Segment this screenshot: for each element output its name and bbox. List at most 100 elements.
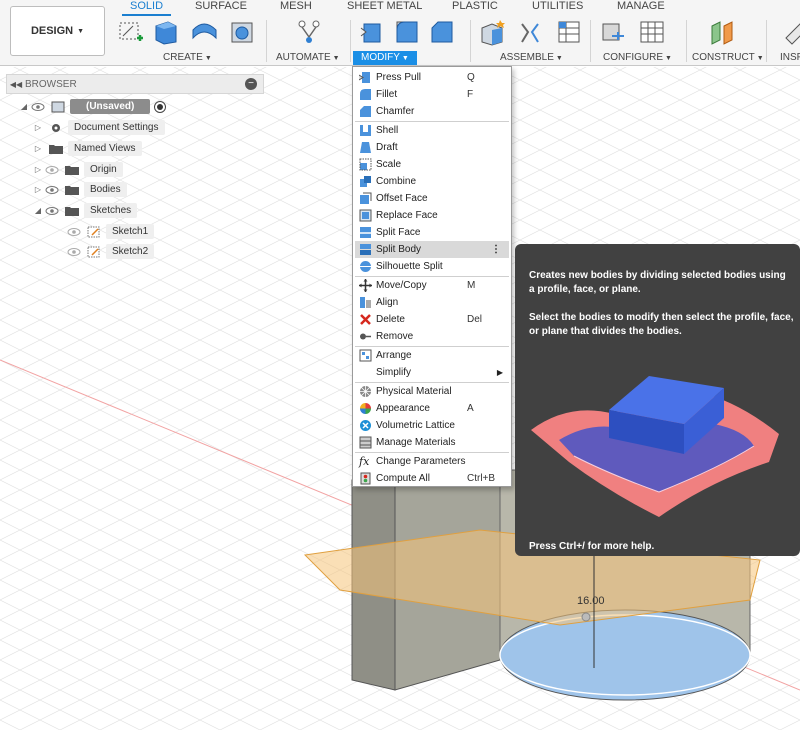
tooltip-help-hint: Press Ctrl+/ for more help. [529,541,655,552]
menu-item-remove[interactable]: Remove [355,328,509,345]
collapsed-triangle-icon[interactable]: ▷ [32,123,44,132]
tab-manage[interactable]: MANAGE [617,0,665,12]
collapsed-triangle-icon[interactable]: ▷ [32,185,44,194]
more-options-icon[interactable]: ⋮ [491,244,501,255]
toolbar: DESIGN ▼ SOLID SURFACE MESH SHEET METAL … [0,0,800,66]
inspect-menu-button[interactable]: INSP [780,52,800,63]
browser-item-sketch2[interactable]: Sketch2 [66,242,155,261]
menu-item-scale[interactable]: Scale [355,156,509,173]
tab-surface[interactable]: SURFACE [195,0,247,12]
sketch-icon [87,226,100,237]
press-pull-icon [359,72,370,83]
align-icon [360,297,371,308]
browser-item-named-views[interactable]: ▷ Named Views [32,139,142,158]
eye-icon[interactable] [44,185,60,195]
menu-item-combine[interactable]: Combine [355,173,509,190]
minimize-browser-button[interactable]: − [245,78,257,90]
menu-item-compute-all[interactable]: Compute All Ctrl+B [355,470,509,487]
collapse-browser-icon[interactable]: ◀◀ [7,80,25,89]
browser-item-document-settings[interactable]: ▷ Document Settings [32,118,165,137]
folder-icon [65,165,79,175]
menu-item-move-copy[interactable]: Move/Copy M [355,277,509,294]
tab-sheet-metal[interactable]: SHEET METAL [347,0,422,12]
root-label: (Unsaved) [70,99,151,114]
configure-menu-button[interactable]: CONFIGURE ▼ [603,52,672,63]
tab-solid[interactable]: SOLID [121,0,172,16]
toolbar-divider [470,20,471,62]
compute-all-icon [360,472,371,485]
eye-icon[interactable] [30,102,46,112]
split-body-illustration [531,376,779,517]
expanded-triangle-icon[interactable]: ◢ [32,206,44,215]
menu-item-volumetric-lattice[interactable]: Volumetric Lattice [355,417,509,434]
gear-icon [52,123,60,132]
browser-item-sketches[interactable]: ◢ Sketches [32,201,138,220]
automate-menu-button[interactable]: AUTOMATE ▼ [276,52,340,63]
configure-icon[interactable] [600,18,628,46]
press-pull-icon[interactable] [358,18,386,46]
tooltip-description: Creates new bodies by dividing selected … [529,270,786,295]
browser-item-sketch1[interactable]: Sketch1 [66,222,155,241]
menu-item-change-parameters[interactable]: fx Change Parameters [355,453,509,470]
menu-item-align[interactable]: Align [355,294,509,311]
create-menu-button[interactable]: CREATE ▼ [163,52,212,63]
menu-item-shell[interactable]: Shell [355,122,509,139]
browser-item-origin[interactable]: ▷ Origin [32,160,123,179]
assemble-menu-button[interactable]: ASSEMBLE ▼ [500,52,563,63]
create-sketch-icon[interactable] [117,18,145,46]
revolve-icon[interactable] [190,18,218,46]
tab-utilities[interactable]: UTILITIES [532,0,583,12]
eye-hidden-icon[interactable] [66,227,82,237]
menu-item-silhouette-split[interactable]: Silhouette Split [355,258,509,275]
collapsed-triangle-icon[interactable]: ▷ [32,144,44,153]
new-component-icon[interactable] [478,18,506,46]
configuration-table-icon[interactable] [638,18,666,46]
collapsed-triangle-icon[interactable]: ▷ [32,165,44,174]
construct-menu-button[interactable]: CONSTRUCT ▼ [692,52,764,63]
offset-face-icon [360,192,372,204]
bill-of-materials-icon[interactable] [555,18,583,46]
menu-item-appearance[interactable]: Appearance A [355,400,509,417]
browser-root-node[interactable]: ◢ (Unsaved) [18,97,167,116]
menu-item-fillet[interactable]: Fillet F [355,86,509,103]
shell-icon [360,125,371,136]
eye-hidden-icon[interactable] [44,165,60,175]
dimension-label[interactable]: 16.00 [577,595,605,607]
expanded-triangle-icon[interactable]: ◢ [18,102,30,111]
menu-item-press-pull[interactable]: Press Pull Q [355,69,509,86]
joint-icon[interactable] [516,18,544,46]
menu-item-arrange[interactable]: Arrange [355,347,509,364]
measure-icon[interactable] [784,18,800,46]
modify-menu-button[interactable]: MODIFY ▼ [353,51,417,65]
menu-item-physical-material[interactable]: Physical Material [355,383,509,400]
hole-icon[interactable] [228,18,256,46]
appearance-icon [360,403,371,414]
combine-icon [360,176,371,187]
browser-item-bodies[interactable]: ▷ Bodies [32,180,127,199]
menu-item-draft[interactable]: Draft [355,139,509,156]
menu-item-delete[interactable]: Delete Del [355,311,509,328]
extrude-icon[interactable] [152,18,180,46]
menu-item-split-body[interactable]: Split Body ⋮ [355,241,509,258]
menu-item-offset-face[interactable]: Offset Face [355,190,509,207]
menu-item-replace-face[interactable]: Replace Face [355,207,509,224]
folder-icon [65,185,79,195]
sketch-icon [87,246,100,257]
menu-item-manage-materials[interactable]: Manage Materials [355,434,509,451]
tab-plastic[interactable]: PLASTIC [452,0,498,12]
menu-item-simplify[interactable]: Simplify ▶ [355,364,509,381]
offset-plane-icon[interactable] [708,18,736,46]
workspace-switcher-button[interactable]: DESIGN ▼ [10,6,105,56]
menu-item-split-face[interactable]: Split Face [355,224,509,241]
automate-icon[interactable] [295,18,323,46]
tab-mesh[interactable]: MESH [280,0,312,12]
toolbar-divider [590,20,591,62]
browser-item-label: Named Views [68,141,142,156]
chamfer-icon[interactable] [428,18,456,46]
menu-item-chamfer[interactable]: Chamfer [355,103,509,120]
eye-hidden-icon[interactable] [66,247,82,257]
active-radio-icon[interactable] [154,100,167,113]
fillet-icon[interactable] [393,18,421,46]
eye-icon[interactable] [44,206,60,216]
physical-material-icon [360,386,371,397]
